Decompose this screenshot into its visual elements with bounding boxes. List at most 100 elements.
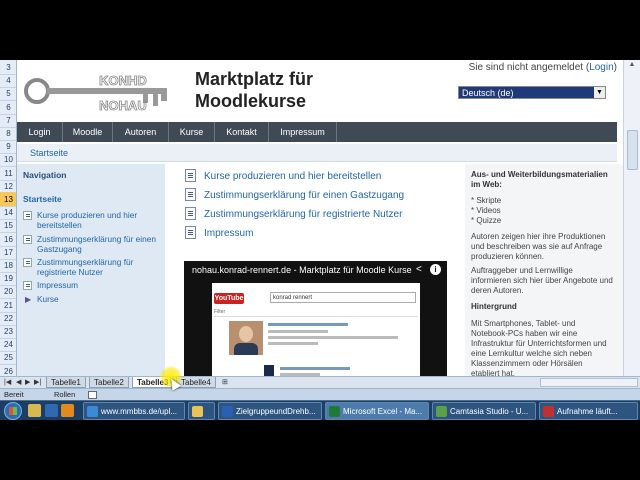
nav-tab-autoren[interactable]: Autoren (113, 122, 169, 142)
nav-item-gastzugang[interactable]: Zustimmungserklärung für einen Gastzugan… (23, 234, 163, 254)
scrollbar-thumb[interactable] (627, 130, 638, 170)
windows-taskbar: www.mmbbs.de/upl... ZielgruppeundDrehb...… (0, 400, 640, 420)
app-icon (543, 406, 554, 417)
taskbar-item[interactable]: ZielgruppeundDrehb... (218, 402, 322, 420)
language-select[interactable]: Deutsch (de) ▼ (458, 86, 606, 99)
insert-sheet-icon[interactable]: ⊞ (222, 378, 228, 386)
info-heading: Aus- und Weiterbildungsmaterialien im We… (471, 170, 608, 189)
logo-key: KONHD NOHAU (24, 73, 167, 113)
nav-tab-kontakt[interactable]: Kontakt (215, 122, 269, 142)
nav-item-label: Zustimmungserklärung für registrierte Nu… (37, 257, 134, 277)
sheet-tab-2[interactable]: Tabelle2 (89, 377, 129, 388)
nav-item-kurse-produzieren[interactable]: Kurse produzieren und hier bereitstellen (23, 210, 163, 230)
info-icon[interactable]: i (430, 264, 441, 275)
video-result-title-line (268, 323, 348, 326)
youtube-logo: YouTube (214, 293, 244, 304)
navigation-block: Navigation Startseite Kurse produzieren … (17, 164, 165, 376)
video-frame: YouTube konrad rennert Filter (212, 283, 420, 376)
taskbar-item[interactable] (188, 402, 215, 420)
row-headers: 3 4 5 6 7 8 9 10 11 12 13 14 15 16 17 18 19 20 21 22 23 24 25 2… (0, 60, 17, 376)
info-block: Aus- und Weiterbildungsmaterialien im We… (465, 164, 623, 376)
sheet-tabs-bar: |◀ ◀ ▶ ▶| Tabelle1 Tabelle2 Tabelle3 Tab… (0, 376, 640, 388)
nav-item-label: Kurse (37, 294, 59, 304)
navigation-start-link[interactable]: Startseite (23, 194, 62, 204)
page-icon (185, 207, 196, 220)
login-status-text: Sie sind nicht angemeldet ( (468, 62, 590, 73)
taskbar-item[interactable]: Camtasia Studio - U... (432, 402, 536, 420)
taskbar-item-label: www.mmbbs.de/upl... (101, 407, 178, 416)
nav-item-registrierte-nutzer[interactable]: Zustimmungserklärung für registrierte Nu… (23, 257, 163, 277)
screen: 3 4 5 6 7 8 9 10 11 12 13 14 15 16 17 18 19 20 21 22 23 24 25 2… (0, 0, 640, 480)
nav-item-kurse[interactable]: ▶ Kurse (23, 294, 163, 304)
row-header[interactable]: 26 (0, 364, 16, 376)
link-label: Zustimmungserklärung für einen Gastzugan… (204, 190, 405, 201)
nav-tab-kurse[interactable]: Kurse (169, 122, 215, 142)
sheet-tab-4[interactable]: Tabelle4 (176, 377, 216, 388)
app-icon (87, 406, 98, 417)
nav-tab-moodle[interactable]: Moodle (63, 122, 113, 142)
status-ready: Bereit (4, 390, 24, 399)
link-impressum[interactable]: Impressum (185, 226, 445, 242)
app-icon (192, 406, 203, 417)
link-gastzugang[interactable]: Zustimmungserklärung für einen Gastzugan… (185, 188, 445, 204)
nav-tab-login[interactable]: Login (17, 122, 63, 142)
next-sheet-icon[interactable]: ▶ (25, 378, 30, 386)
video-player[interactable]: nohau.konrad-rennert.de - Marktplatz für… (184, 261, 447, 376)
sheet-tab-1[interactable]: Tabelle1 (46, 377, 86, 388)
chevron-down-icon[interactable]: ▼ (594, 87, 605, 98)
taskbar-item[interactable]: Microsoft Excel - Ma... (325, 402, 429, 420)
app-icon (436, 406, 447, 417)
info-bullet: * Skripte (471, 196, 502, 205)
scroll-up-icon[interactable]: ▲ (626, 61, 638, 73)
media-player-icon[interactable] (45, 404, 58, 417)
nav-item-label: Kurse produzieren und hier bereitstellen (37, 210, 138, 230)
info-paragraph: Autoren zeigen hier ihre Produktionen un… (471, 232, 606, 261)
link-label: Impressum (204, 228, 254, 239)
page-icon (23, 235, 32, 244)
start-button[interactable] (4, 402, 22, 420)
login-link[interactable]: Login (589, 62, 613, 73)
nav-item-impressum[interactable]: Impressum (23, 280, 163, 290)
page-icon (23, 281, 32, 290)
language-value: Deutsch (de) (462, 88, 514, 98)
nav-item-label: Impressum (37, 280, 79, 290)
link-registrierte-nutzer[interactable]: Zustimmungserklärung für registrierte Nu… (185, 207, 445, 223)
link-label: Kurse produzieren und hier bereitstellen (204, 171, 382, 182)
taskbar-item-label: ZielgruppeundDrehb... (236, 407, 316, 416)
page-icon (185, 169, 196, 182)
link-kurse-produzieren[interactable]: Kurse produzieren und hier bereitstellen (185, 169, 445, 185)
nav-item-label: Zustimmungserklärung für einen Gastzugan… (37, 234, 156, 254)
macro-record-icon[interactable] (88, 391, 97, 399)
login-status-close: ) (613, 62, 617, 73)
excel-sheet-area: KONHD NOHAU Marktplatz für Moodlekurse S… (17, 60, 623, 376)
share-icon[interactable]: < (416, 264, 422, 275)
navigation-heading: Navigation (23, 170, 67, 180)
chevron-right-icon: ▶ (25, 295, 32, 304)
taskbar-item[interactable]: www.mmbbs.de/upl... (83, 402, 185, 420)
video-filter-label: Filter (214, 309, 418, 317)
video-result-title-line (280, 367, 350, 370)
letterbox-top (0, 0, 640, 60)
last-sheet-icon[interactable]: ▶| (34, 378, 41, 386)
video-search-field: konrad rennert (270, 292, 416, 303)
explorer-icon[interactable] (28, 404, 41, 417)
page-icon (23, 211, 32, 220)
main-navbar: Login Moodle Autoren Kurse Kontakt Impressum (17, 122, 617, 142)
video-title[interactable]: nohau.konrad-rennert.de - Marktplatz für… (192, 265, 412, 275)
logo-text-bottom: NOHAU (99, 98, 147, 113)
site-title: Marktplatz für Moodlekurse (195, 69, 314, 111)
horizontal-scrollbar[interactable] (540, 378, 638, 387)
vertical-scrollbar[interactable]: ▲ (623, 60, 640, 376)
app-icon (222, 406, 233, 417)
prev-sheet-icon[interactable]: ◀ (16, 378, 21, 386)
info-paragraph: Auftraggeber und Lernwillige informieren… (471, 266, 613, 295)
taskbar-item[interactable]: Aufnahme läuft... (539, 402, 638, 420)
breadcrumb-home[interactable]: Startseite (30, 148, 68, 158)
page-icon (23, 258, 32, 267)
letterbox-bottom (0, 420, 640, 480)
info-bullet: * Quizze (471, 216, 502, 225)
first-sheet-icon[interactable]: |◀ (4, 378, 11, 386)
quick-launch-icon[interactable] (61, 404, 74, 417)
nav-tab-impressum[interactable]: Impressum (269, 122, 337, 142)
login-status: Sie sind nicht angemeldet (Login) (457, 62, 617, 73)
